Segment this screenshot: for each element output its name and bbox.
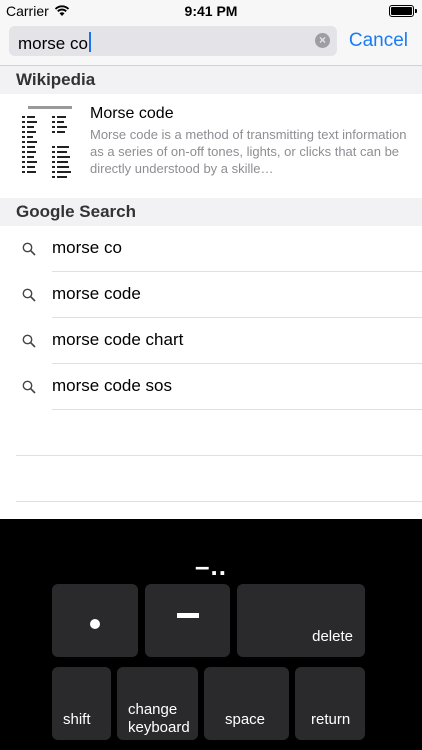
dash-icon [176,612,199,618]
shift-key-label: shift [63,711,91,728]
text-caret [88,32,91,52]
search-icon [22,288,36,302]
empty-row [0,410,422,456]
suggestion-text: morse code [52,284,141,303]
return-key[interactable]: return [295,667,365,740]
suggestion-item[interactable]: morse co [0,226,422,272]
change-keyboard-key[interactable]: change keyboard [117,667,198,740]
search-icon [22,334,36,348]
morse-keyboard: –.. delete shift change keyboard space r… [0,519,422,750]
search-icon [22,242,36,256]
status-bar: Carrier 9:41 PM [0,0,422,22]
search-bar: morse co × Cancel [0,22,422,66]
space-key-label: space [225,711,266,728]
suggestion-text: morse code sos [52,376,172,395]
suggestion-item[interactable]: morse code chart [0,318,422,364]
space-key[interactable]: space [204,667,289,740]
return-key-label: return [311,711,351,728]
change-keyboard-key-label: change keyboard [128,701,190,736]
search-icon [22,380,36,394]
morse-input-preview: –.. [195,551,227,581]
shift-key[interactable]: shift [52,667,111,740]
clear-search-button[interactable]: × [315,33,330,48]
wikipedia-result[interactable]: Morse code Morse code is a method of tra… [0,94,422,198]
suggestion-list: morse co morse code morse code chart mor… [0,226,422,502]
wikipedia-result-description: Morse code is a method of transmitting t… [90,127,407,176]
section-header-google-search: Google Search [0,198,422,226]
suggestion-item[interactable]: morse code [0,272,422,318]
search-input[interactable]: morse co × [9,26,337,56]
search-query: morse co [18,34,88,53]
battery-icon [389,5,417,17]
suggestion-text: morse code chart [52,330,184,349]
section-header-wikipedia: Wikipedia [0,66,422,94]
morse-chart-thumbnail [20,104,80,182]
wikipedia-result-title: Morse code [90,105,174,122]
dash-key[interactable] [145,584,230,657]
suggestion-item[interactable]: morse code sos [0,364,422,410]
empty-row [0,456,422,502]
delete-key[interactable]: delete [237,584,365,657]
status-time: 9:41 PM [184,3,238,19]
dot-key[interactable] [52,584,138,657]
suggestion-text: morse co [52,238,122,257]
dot-icon [90,618,100,629]
cancel-button[interactable]: Cancel [349,30,408,52]
delete-key-label: delete [312,628,353,645]
